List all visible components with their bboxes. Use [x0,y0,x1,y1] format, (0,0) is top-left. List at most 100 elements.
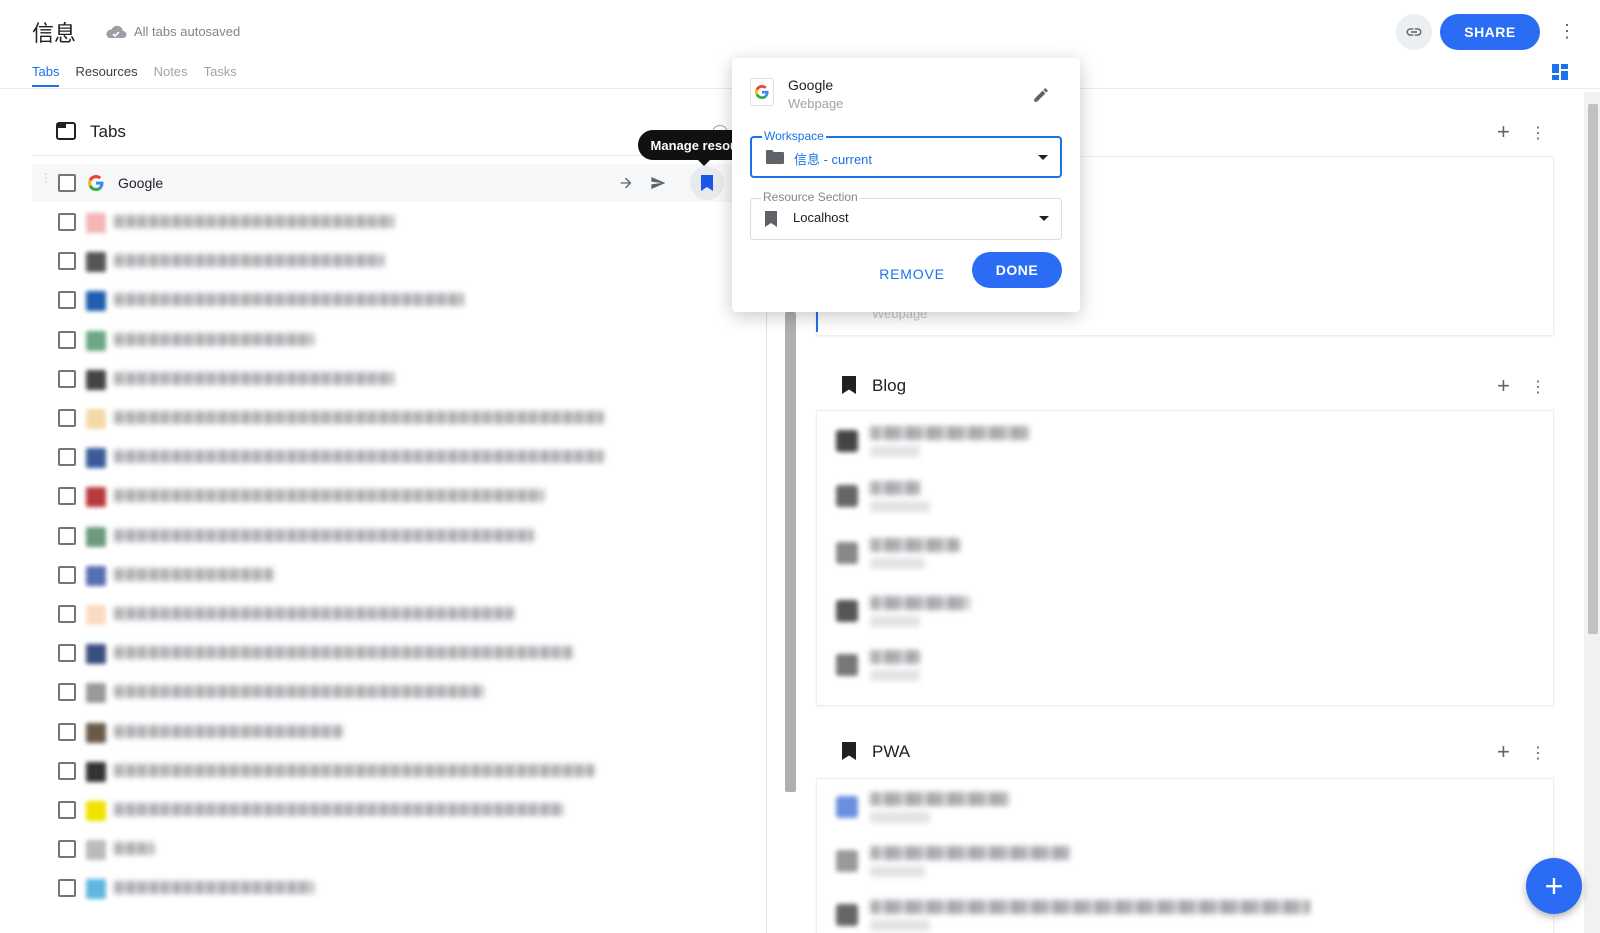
tab-row[interactable] [32,556,754,594]
tab-title-redacted[interactable] [114,528,534,542]
workspace-nav: Tabs Resources Notes Tasks [32,64,237,87]
tab-title-redacted[interactable] [114,332,314,346]
add-icon[interactable]: + [1497,741,1510,763]
tab-title[interactable]: Google [118,175,163,191]
share-button[interactable]: SHARE [1440,14,1540,50]
tab-title-redacted[interactable] [114,371,394,385]
tab-checkbox[interactable] [58,213,76,231]
tab-row[interactable] [32,438,754,476]
tab-checkbox[interactable] [58,879,76,898]
workspace-value: 信息 - current [794,152,873,167]
tab-checkbox[interactable] [58,801,76,819]
tab-title-redacted[interactable] [114,881,314,895]
tab-checkbox[interactable] [58,761,76,780]
tab-row[interactable] [32,517,754,555]
tab-checkbox[interactable] [58,369,76,388]
tab-title-redacted[interactable] [114,607,514,620]
tab-row[interactable] [32,634,754,672]
tab-row[interactable] [32,595,754,633]
tab-row[interactable] [32,752,754,790]
tab-checkbox[interactable] [58,174,76,192]
tab-row[interactable] [32,399,754,437]
tab-title-redacted[interactable] [114,763,594,777]
arrow-forward-icon[interactable] [616,173,636,193]
tab-row[interactable] [32,281,754,319]
tab-tabs[interactable]: Tabs [32,64,60,87]
more-vert-icon[interactable]: ⋮ [1530,126,1546,142]
dashboard-icon[interactable] [1552,64,1568,83]
tab-checkbox[interactable] [58,840,76,859]
resource-title-redacted[interactable] [870,792,1010,806]
done-button[interactable]: DONE [972,252,1062,288]
resource-title-redacted[interactable] [870,650,920,664]
manage-resource-button[interactable] [690,166,724,200]
tab-row[interactable] [32,203,754,241]
tab-title-redacted[interactable] [114,411,604,424]
tab-checkbox[interactable] [58,644,76,663]
resource-title-redacted[interactable] [870,538,960,552]
more-vert-icon[interactable]: ⋮ [1530,746,1546,762]
tab-title-redacted[interactable] [114,254,384,268]
more-vert-icon[interactable]: ⋮ [1558,22,1576,40]
tab-row[interactable] [32,869,754,907]
workspace-select[interactable]: Workspace 信息 - current [750,129,1062,178]
resource-title-redacted[interactable] [870,596,970,610]
tab-row[interactable] [32,242,754,280]
add-icon[interactable]: + [1497,375,1510,397]
section-title-pwa[interactable]: PWA [872,742,910,762]
tab-row[interactable] [32,713,754,751]
add-fab-button[interactable]: + [1526,858,1582,914]
tab-title-redacted[interactable] [114,450,604,464]
tab-row[interactable] [32,830,754,868]
tab-checkbox[interactable] [58,291,76,310]
resource-title-redacted[interactable] [870,481,920,495]
tab-checkbox[interactable] [58,565,76,584]
resource-title-redacted[interactable] [870,900,1310,914]
autosave-status: All tabs autosaved [134,24,241,39]
tab-checkbox[interactable] [58,252,76,271]
tab-row-google[interactable]: ⋮⋮ Google [32,164,754,202]
tab-title-redacted[interactable] [114,293,464,307]
tabs-scrollbar[interactable] [785,312,796,792]
tab-title-redacted[interactable] [114,842,154,856]
resource-title-redacted[interactable] [870,426,1030,440]
tab-checkbox[interactable] [58,409,76,427]
tab-title-redacted[interactable] [114,646,574,660]
send-icon[interactable] [648,173,668,193]
tab-checkbox[interactable] [58,448,76,467]
tab-checkbox[interactable] [58,683,76,702]
resource-section-select[interactable]: Resource Section Localhost [750,190,1062,240]
tab-checkbox[interactable] [58,330,76,349]
tab-row[interactable] [32,321,754,359]
tab-resources[interactable]: Resources [75,64,137,87]
tab-row[interactable] [32,791,754,829]
tab-checkbox[interactable] [58,487,76,506]
tab-checkbox[interactable] [58,722,76,741]
tab-title-redacted[interactable] [114,685,484,699]
tab-title-redacted[interactable] [114,724,344,738]
resource-title-redacted[interactable] [870,846,1070,860]
tab-title-redacted[interactable] [114,489,544,503]
tab-checkbox[interactable] [58,605,76,623]
tab-row[interactable] [32,673,754,711]
more-vert-icon[interactable]: ⋮ [1530,380,1546,396]
resource-type: Webpage [788,96,844,111]
pencil-icon[interactable] [1032,86,1050,107]
tab-checkbox[interactable] [58,526,76,545]
tab-title-redacted[interactable] [114,567,274,581]
favicon-icon [86,252,106,273]
tab-row[interactable] [32,360,754,398]
copy-link-button[interactable] [1396,14,1432,50]
page-scrollbar[interactable] [1588,104,1598,634]
tab-title-redacted[interactable] [114,215,394,228]
add-icon[interactable]: + [1497,121,1510,143]
remove-button[interactable]: REMOVE [862,256,962,292]
tab-notes[interactable]: Notes [154,64,188,87]
tab-title-redacted[interactable] [114,803,564,816]
tab-row[interactable] [32,477,754,515]
workspace-title[interactable]: 信息 [32,16,76,48]
section-title-blog[interactable]: Blog [872,376,906,396]
resource-subtitle-redacted [870,558,925,569]
resource-title: Google [788,77,834,93]
tab-tasks[interactable]: Tasks [204,64,237,87]
